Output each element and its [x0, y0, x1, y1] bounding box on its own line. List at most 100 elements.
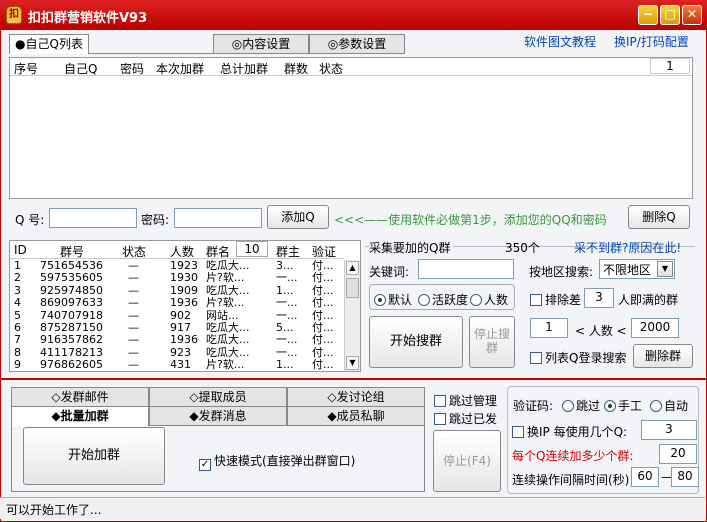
scroll-up-icon[interactable]: ▲: [346, 261, 359, 275]
exclude-suffix: 人即满的群: [618, 293, 679, 307]
page-number[interactable]: 1: [650, 58, 690, 74]
start-add-group-button[interactable]: 开始加群: [23, 427, 165, 485]
exclude-input[interactable]: 3: [584, 288, 614, 308]
region-select[interactable]: 不限地区 ▼: [599, 259, 675, 279]
group-table-scrollbar[interactable]: ▲ ▼: [344, 260, 360, 371]
cant-find-link[interactable]: 采不到群?原因在此!: [574, 239, 681, 256]
radio-activity-icon: [418, 294, 430, 306]
table-row[interactable]: 5 740707918 — 902 网站... 一... 付...: [10, 310, 344, 322]
radio-members[interactable]: 人数: [470, 291, 508, 308]
interval-max-input[interactable]: 80: [671, 467, 699, 487]
table-cell: 916357862: [40, 334, 103, 347]
table-row[interactable]: 8 411178213 — 923 吃瓜大... 一... 付...: [10, 347, 344, 359]
delete-qq-button[interactable]: 删除Q: [628, 205, 690, 229]
table-row[interactable]: 3 925974850 — 1909 吃瓜大... 1... 付...: [10, 285, 344, 297]
table-row[interactable]: 2 597535605 — 1930 片?软... 一... 付...: [10, 272, 344, 284]
stop-search-button[interactable]: 停止搜群: [469, 316, 515, 368]
captcha-skip-icon: [562, 400, 574, 412]
qq-list-table[interactable]: 序号 自己Q 密码 本次加群 总计加群 群数 状态 1: [9, 57, 693, 199]
table-cell: 902: [170, 309, 191, 322]
group-table-header: ID 群号 状态 人数 群名 10 群主 验证: [10, 241, 344, 259]
max-groups-input[interactable]: 20: [659, 444, 697, 464]
radio-activity[interactable]: 活跃度: [418, 291, 468, 308]
captcha-manual-icon: [604, 400, 616, 412]
captcha-manual-label: 手工: [618, 399, 643, 413]
captcha-auto[interactable]: 自动: [650, 397, 688, 414]
exclude-check[interactable]: 排除差: [530, 291, 581, 308]
table-row[interactable]: 9 976862605 — 431 片?软... 1... 付...: [10, 359, 344, 371]
tab-content-settings[interactable]: ◎内容设置: [213, 34, 309, 54]
tab-member-private-chat[interactable]: ◆成员私聊: [287, 406, 425, 426]
skip-manage-label: 跳过管理: [449, 394, 498, 408]
password-input[interactable]: [174, 208, 262, 228]
scroll-down-icon[interactable]: ▼: [346, 356, 359, 370]
captcha-manual[interactable]: 手工: [604, 397, 642, 414]
skip-manage-check[interactable]: 跳过管理: [434, 392, 497, 409]
keyword-input[interactable]: [418, 259, 514, 279]
table-row[interactable]: 7 916357862 — 1936 吃瓜大... 一... 付...: [10, 334, 344, 346]
tab-batch-add-group[interactable]: ◆批量加群: [11, 406, 149, 426]
table-cell: —: [128, 297, 139, 310]
table-cell: 1930: [170, 272, 198, 285]
table-cell: 6: [14, 322, 21, 334]
window-title: 扣扣群营销软件V93: [28, 11, 148, 26]
stop-f4-button[interactable]: 停止(F4): [433, 430, 501, 492]
qq-number-input[interactable]: [49, 208, 137, 228]
scroll-thumb[interactable]: [346, 278, 359, 298]
max-people-input[interactable]: 2000: [631, 318, 679, 338]
exclude-label: 排除差: [545, 293, 582, 307]
tab-own-qq-list[interactable]: ●自己Q列表: [9, 34, 89, 54]
fast-mode-check[interactable]: ✓ 快速模式(直接弹出群窗口): [199, 452, 355, 471]
table-cell: 7: [14, 334, 21, 347]
table-cell: 片?软...: [206, 297, 245, 310]
table-row[interactable]: 6 875287150 — 917 吃瓜大... 5... 付...: [10, 322, 344, 334]
interval-label: 连续操作间隔时间(秒): [512, 473, 630, 487]
tab-discussion-group[interactable]: ◇发讨论组: [287, 387, 425, 407]
change-ip-input[interactable]: 3: [641, 420, 697, 440]
col-password: 密码: [120, 62, 145, 76]
start-search-button[interactable]: 开始搜群: [369, 316, 463, 368]
name-width-field[interactable]: 10: [236, 241, 268, 257]
col-group-count: 群数: [284, 62, 309, 76]
tab-extract-members[interactable]: ◇提取成员: [149, 387, 287, 407]
table-cell: —: [128, 359, 139, 372]
app-logo-icon: 扣: [6, 6, 22, 24]
list-login-check[interactable]: 列表Q登录搜索: [530, 349, 626, 366]
tutorial-link[interactable]: 软件图文教程: [524, 33, 596, 50]
skip-sent-check[interactable]: 跳过已发: [434, 410, 497, 427]
status-bar: 可以开始工作了...: [0, 497, 705, 519]
chevron-down-icon[interactable]: ▼: [657, 261, 673, 277]
collect-section-title: 采集要加的Q群: [369, 239, 454, 256]
close-icon[interactable]: ✕: [682, 5, 702, 25]
change-ip-check[interactable]: 换IP 每使用几个Q:: [512, 423, 627, 440]
list-login-checkbox: [530, 352, 542, 364]
table-cell: 片?软...: [206, 359, 245, 372]
table-cell: 片?软...: [206, 272, 245, 285]
delete-group-button[interactable]: 删除群: [633, 344, 693, 368]
table-cell: 917: [170, 322, 191, 334]
table-cell: 付...: [312, 322, 334, 334]
table-cell: 8: [14, 346, 21, 359]
col-group-number: 群号: [60, 245, 85, 259]
min-people-input[interactable]: 1: [530, 318, 568, 338]
change-ip-label: 换IP 每使用几个Q:: [527, 425, 628, 439]
captcha-skip[interactable]: 跳过: [562, 397, 600, 414]
table-row[interactable]: 1 751654536 — 1923 吃瓜大... 3... 付...: [10, 260, 344, 272]
tab-group-message[interactable]: ◆发群消息: [149, 406, 287, 426]
maximize-icon[interactable]: □: [660, 5, 680, 25]
table-cell: 875287150: [40, 322, 103, 334]
table-row[interactable]: 4 869097633 — 1936 片?软... 一... 付...: [10, 297, 344, 309]
title-bar: 扣 扣扣群营销软件V93 − □ ✕: [0, 0, 707, 30]
add-qq-button[interactable]: 添加Q: [267, 205, 329, 229]
group-list-table[interactable]: ID 群号 状态 人数 群名 10 群主 验证 1 751654536 — 1923 吃…: [9, 240, 361, 372]
tab-param-settings[interactable]: ◎参数设置: [309, 34, 405, 54]
change-ip-link[interactable]: 换IP/打码配置: [614, 33, 689, 50]
qq-label: Q 号:: [15, 213, 45, 227]
radio-default[interactable]: 默认: [374, 291, 412, 308]
status-text: 可以开始工作了...: [6, 503, 102, 517]
minimize-icon[interactable]: −: [638, 5, 658, 25]
table-cell: —: [128, 309, 139, 322]
interval-min-input[interactable]: 60: [631, 467, 659, 487]
tab-group-mail[interactable]: ◇发群邮件: [11, 387, 149, 407]
table-cell: 3: [14, 284, 21, 297]
